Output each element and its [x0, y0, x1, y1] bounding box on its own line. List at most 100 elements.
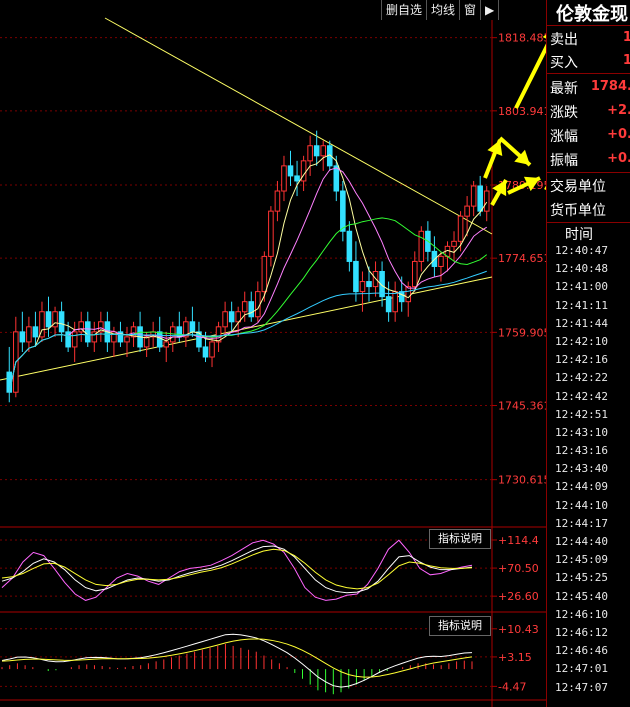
candle-body: [26, 326, 32, 343]
tick-time: 12:42:51: [555, 407, 608, 421]
quote-label: 涨幅: [550, 129, 578, 145]
candle-body: [189, 321, 196, 333]
candle-body: [392, 291, 398, 313]
candle-body: [261, 255, 268, 293]
currency-unit-label: 货币单位: [550, 203, 606, 219]
tick-time: 12:46:10: [555, 607, 608, 621]
tick-time: 12:40:47: [555, 244, 608, 257]
candle-body: [71, 331, 78, 348]
kline-chart: 1818.4851803.9411789.1951774.6511759.905…: [0, 0, 546, 707]
moving-average-button[interactable]: 均线: [427, 0, 461, 20]
candle-body: [411, 260, 418, 288]
tick-time: 12:41:11: [555, 298, 608, 312]
candle-body: [385, 296, 392, 313]
tick-time: 12:46:12: [555, 625, 608, 639]
price-tick-label: 1774.651: [498, 252, 546, 265]
quote-label: 买入: [550, 55, 578, 71]
quote-panel: 伦敦金现 卖出 17 买入 17 最新 1784.3 涨跌 +2.8 涨幅 +0…: [546, 0, 630, 707]
instrument-title: 伦敦金现: [556, 4, 628, 25]
tick-time: 12:43:16: [555, 444, 608, 458]
tick-time: 12:42:16: [555, 353, 608, 367]
indicator-2-bars: [1, 633, 473, 695]
candle-body: [84, 321, 91, 343]
candle-body: [209, 341, 215, 358]
macd-tick-label: -4.47: [498, 680, 526, 693]
candle-body: [287, 165, 294, 177]
remove-watchlist-button[interactable]: 删自选: [382, 0, 428, 20]
candle-body: [405, 286, 412, 303]
quote-label: 振幅: [550, 153, 578, 169]
tick-time: 12:42:22: [555, 371, 608, 385]
tick-time: 12:43:40: [555, 462, 608, 476]
tick-time: 12:43:10: [555, 425, 608, 439]
candle-body: [58, 311, 65, 333]
candle-body: [483, 190, 490, 212]
candle-body: [241, 301, 248, 313]
tick-time: 12:47:01: [555, 662, 608, 676]
indicator-help-button-1[interactable]: 指标说明: [429, 529, 491, 549]
quote-row-change-pct: 涨幅 +0.1: [547, 124, 630, 146]
indicator-1-line-0: [1, 539, 473, 601]
chart-toolbar: 删自选 均线 窗 ▶: [381, 0, 500, 20]
price-tick-label: 1818.485: [498, 32, 546, 45]
ma-line-ma20: [8, 217, 488, 393]
price-axis: 1818.4851803.9411789.1951774.6511759.905…: [492, 32, 546, 693]
candle-body: [32, 326, 39, 338]
quote-terminal: 1818.4851803.9411789.1951774.6511759.905…: [0, 0, 630, 707]
tick-time: 12:45:25: [555, 571, 608, 585]
tick-time: 12:47:07: [555, 680, 608, 694]
price-tick-label: 1759.905: [498, 326, 546, 339]
candle-body: [268, 210, 274, 257]
quote-row-sell: 卖出 17: [547, 27, 630, 49]
macd-dea-line: [1, 638, 473, 678]
candle-body: [451, 240, 457, 247]
indicator-tick-label: +26.60: [498, 590, 539, 603]
indicator-tick-label: +114.4: [498, 534, 539, 547]
candle-body: [281, 165, 287, 192]
candle-body: [340, 190, 346, 232]
tick-time: 12:44:09: [555, 480, 608, 494]
chart-grid: [0, 0, 546, 707]
quote-value: +0.4: [607, 151, 630, 166]
indicator-tick-label: +70.50: [498, 562, 539, 575]
candle-body: [464, 205, 470, 217]
tick-time: 12:41:00: [555, 280, 608, 294]
support-trendline: [0, 276, 493, 381]
indicator-1-lines: [1, 539, 473, 601]
tick-time: 12:44:40: [555, 535, 608, 548]
tick-time: 12:42:42: [555, 389, 608, 403]
candle-body: [313, 145, 320, 157]
candle-body: [248, 301, 255, 318]
quote-row-change: 涨跌 +2.8: [547, 100, 630, 122]
candle-body: [438, 255, 444, 267]
candle-body: [366, 281, 372, 288]
candle-body: [307, 145, 313, 162]
candle-body: [398, 291, 405, 303]
time-header: 时间: [565, 227, 593, 243]
candle-body: [320, 145, 327, 157]
macd-tick-label: +10.43: [498, 623, 539, 636]
tick-time: 12:44:17: [555, 516, 608, 530]
price-tick-label: 1730.615: [498, 474, 546, 487]
candle-body: [353, 260, 359, 293]
candle-body: [359, 281, 366, 293]
price-tick-label: 1803.941: [498, 105, 546, 118]
quote-row-amplitude: 振幅 +0.4: [547, 148, 630, 170]
expand-arrow-icon[interactable]: ▶: [481, 0, 500, 20]
candle-body: [333, 165, 340, 192]
indicator-help-button-2[interactable]: 指标说明: [429, 616, 491, 636]
window-button[interactable]: 窗: [460, 0, 482, 20]
resistance-trendline: [104, 17, 493, 235]
candle-body: [45, 311, 52, 328]
candle-body: [156, 331, 163, 348]
candle-body: [457, 215, 464, 242]
candle-body: [228, 311, 235, 323]
tick-time: 12:42:10: [555, 334, 608, 348]
quote-label: 卖出: [550, 32, 578, 48]
candles: [6, 130, 490, 403]
quote-label: 涨跌: [550, 105, 578, 121]
candle-body: [294, 175, 300, 182]
candle-body: [19, 331, 26, 343]
candle-body: [124, 336, 130, 343]
quote-value: 17: [623, 30, 630, 45]
